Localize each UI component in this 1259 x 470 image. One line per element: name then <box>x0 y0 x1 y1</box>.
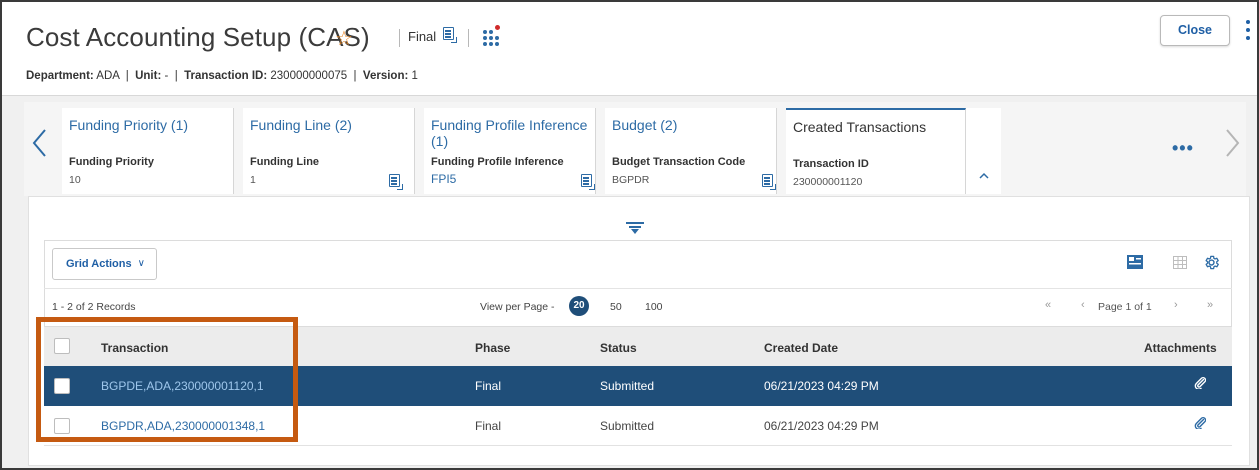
phase-label: Final <box>408 29 437 44</box>
created-date-cell: 06/21/2023 04:29 PM <box>764 379 879 393</box>
kebab-menu-icon[interactable] <box>1246 20 1252 42</box>
tab-title: Funding Line (2) <box>250 117 352 133</box>
created-date-cell: 06/21/2023 04:29 PM <box>764 419 879 433</box>
document-icon[interactable] <box>762 174 776 190</box>
page-indicator: Page 1 of 1 <box>1098 301 1152 313</box>
column-status[interactable]: Status <box>600 341 637 355</box>
phase-cell: Final <box>475 379 502 393</box>
tab-field-value: 1 <box>250 174 256 186</box>
tab-title: Funding Priority (1) <box>69 117 189 133</box>
column-attachments[interactable]: Attachments <box>1144 341 1217 355</box>
expand-lines-icon[interactable] <box>626 222 644 234</box>
tab-funding-line[interactable]: Funding Line (2) Funding Line 1 <box>243 108 415 194</box>
last-page-icon[interactable]: » <box>1207 299 1213 311</box>
chevron-right-icon[interactable] <box>1222 128 1242 158</box>
tab-field-label: Funding Profile Inference <box>431 156 564 168</box>
divider <box>44 288 1232 289</box>
tab-field-value: 10 <box>69 174 81 186</box>
paperclip-icon[interactable] <box>1194 377 1206 389</box>
chevron-down-icon: ∨ <box>137 258 145 269</box>
tab-created-transactions[interactable]: Created Transactions Transaction ID 2300… <box>786 108 966 194</box>
divider <box>399 29 400 47</box>
tab-funding-profile-inference[interactable]: Funding Profile Inference (1) Funding Pr… <box>424 108 596 194</box>
card-view-icon[interactable] <box>1127 255 1143 269</box>
apps-grid-icon[interactable] <box>483 25 503 46</box>
ellipsis-icon[interactable]: ••• <box>1172 138 1194 159</box>
tab-title: Created Transactions <box>793 119 927 135</box>
status-cell: Submitted <box>600 419 655 433</box>
tab-field-label: Budget Transaction Code <box>612 156 746 168</box>
tab-field-label: Transaction ID <box>793 158 869 170</box>
tab-field-label: Funding Priority <box>69 156 154 168</box>
header-subtitle: Department: ADA | Unit: - | Transaction … <box>26 70 418 82</box>
document-icon[interactable] <box>389 174 403 190</box>
column-created-date[interactable]: Created Date <box>764 341 838 355</box>
records-count: 1 - 2 of 2 Records <box>52 301 136 313</box>
tab-title: Funding Profile Inference (1) <box>431 117 588 149</box>
phase-cell: Final <box>475 419 502 433</box>
page-title: Cost Accounting Setup (CAS) <box>26 22 370 52</box>
close-button[interactable]: Close <box>1160 15 1230 46</box>
star-icon[interactable]: ☆ <box>335 26 353 51</box>
highlight-annotation <box>36 317 298 442</box>
tab-field-value[interactable]: FPI5 <box>431 172 456 186</box>
tab-field-value: 230000001120 <box>793 176 863 188</box>
chevron-left-icon[interactable] <box>30 128 50 158</box>
tab-title: Budget (2) <box>612 117 678 133</box>
grid-view-icon[interactable] <box>1173 256 1187 269</box>
document-icon[interactable] <box>581 174 595 190</box>
page-size-50[interactable]: 50 <box>610 301 622 313</box>
page-header: Cost Accounting Setup (CAS) ☆ Final Depa… <box>2 2 1257 96</box>
page-size-100[interactable]: 100 <box>645 301 663 313</box>
next-page-icon[interactable]: › <box>1174 299 1178 311</box>
settings-gear-icon[interactable] <box>1203 254 1220 271</box>
tab-field-label: Funding Line <box>250 156 320 168</box>
grid-actions-dropdown[interactable]: Grid Actions ∨ <box>52 248 157 280</box>
document-icon[interactable] <box>443 27 457 43</box>
prev-page-icon[interactable]: ‹ <box>1081 299 1085 311</box>
column-phase[interactable]: Phase <box>475 341 510 355</box>
paperclip-icon[interactable] <box>1194 417 1206 429</box>
tab-budget[interactable]: Budget (2) Budget Transaction Code BGPDR <box>605 108 777 194</box>
view-per-page-label: View per Page - <box>480 301 555 313</box>
first-page-icon[interactable]: « <box>1045 299 1051 311</box>
chevron-up-icon <box>979 172 989 179</box>
collapse-tabs-button[interactable] <box>966 108 1001 194</box>
divider <box>468 29 469 47</box>
tab-field-value: BGPDR <box>612 174 650 186</box>
status-cell: Submitted <box>600 379 655 393</box>
tab-funding-priority[interactable]: Funding Priority (1) Funding Priority 10 <box>62 108 234 194</box>
grid-actions-label: Grid Actions <box>66 258 132 270</box>
page-size-20[interactable]: 20 <box>569 296 589 316</box>
